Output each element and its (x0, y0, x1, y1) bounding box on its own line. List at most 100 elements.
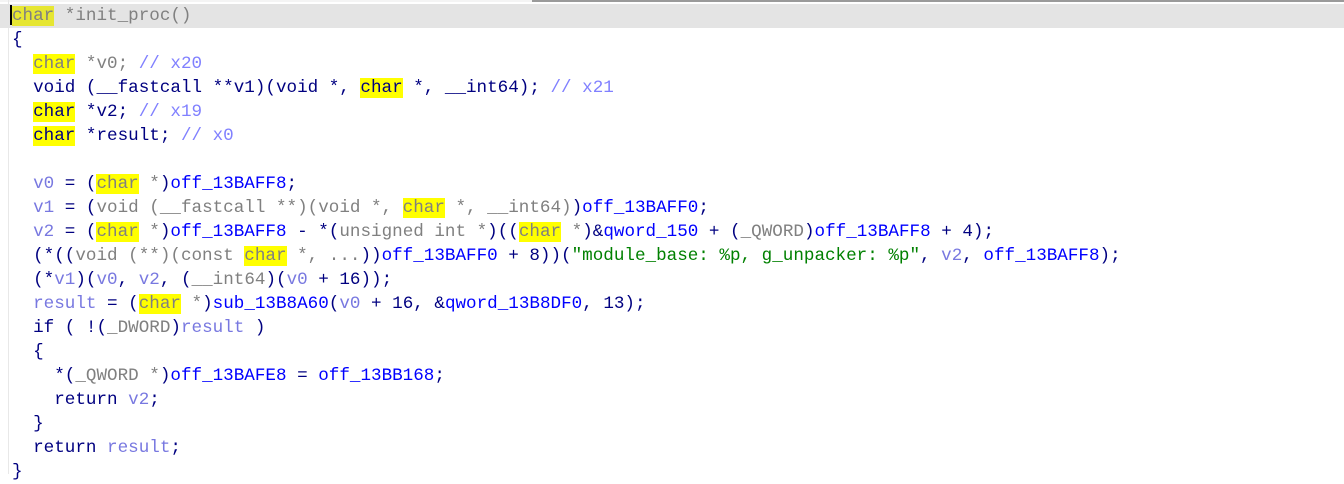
code-token: , (962, 246, 984, 266)
code-token: *v0; (75, 54, 139, 74)
code-token[interactable]: v2 (128, 390, 149, 410)
code-line[interactable]: v1 = (void (__fastcall **)(void *, char … (12, 196, 1344, 220)
code-token: = (286, 366, 319, 386)
code-token: )( (75, 270, 97, 290)
code-token: )( (265, 270, 287, 290)
code-token: * (138, 222, 160, 242)
code-token: // x0 (180, 126, 234, 146)
code-token: (*(( (12, 246, 76, 266)
code-token[interactable]: v1 (54, 270, 75, 290)
code-token: *v2; (75, 102, 139, 122)
code-token[interactable]: v0 (339, 294, 360, 314)
code-token: + 16, & (360, 294, 445, 314)
code-token[interactable]: v2 (941, 246, 962, 266)
code-line[interactable]: *(_QWORD *)off_13BAFE8 = off_13BB168; (12, 364, 1344, 388)
code-line[interactable]: { (12, 28, 1344, 52)
code-token: , 13); (582, 294, 646, 314)
code-token[interactable]: off_13BAFF8 (815, 222, 931, 242)
code-token: *( (12, 366, 76, 386)
code-token[interactable]: v0 (33, 174, 54, 194)
code-token: char (33, 102, 76, 122)
code-line[interactable]: (*((void (**)(const char *, ...))off_13B… (12, 244, 1344, 268)
code-token[interactable]: v0 (287, 270, 308, 290)
code-line[interactable]: (*v1)(v0, v2, (__int64)(v0 + 16)); (12, 268, 1344, 292)
code-token: (* (12, 270, 55, 290)
code-token: , (117, 270, 139, 290)
code-token[interactable]: qword_150 (603, 222, 698, 242)
code-token: *init_proc() (54, 6, 192, 26)
code-token: + 8))( (497, 246, 572, 266)
code-token: _QWORD (740, 222, 804, 242)
pseudocode-view[interactable]: char *init_proc(){ char *v0; // x20 void… (0, 4, 1344, 484)
code-token: { (12, 30, 23, 50)
code-token: __int64 (191, 270, 266, 290)
code-line[interactable]: char *result; // x0 (12, 124, 1344, 148)
code-token: // x20 (138, 54, 203, 74)
code-token: void (**)(const (75, 246, 245, 266)
code-token: "module_base: %p, g_unpacker: %p" (571, 246, 921, 266)
code-line[interactable]: v0 = (char *)off_13BAFF8; (12, 172, 1344, 196)
code-token[interactable]: qword_13B8DF0 (445, 294, 582, 314)
code-token: } (12, 414, 44, 434)
code-token: + 16)); (307, 270, 393, 290)
code-token: ) (159, 174, 171, 194)
code-line-current[interactable]: char *init_proc() (0, 4, 1344, 28)
code-line[interactable]: char *v2; // x19 (12, 100, 1344, 124)
code-token: char (360, 78, 403, 98)
code-token: ; (170, 438, 181, 458)
code-token: + 4); (930, 222, 995, 242)
code-token[interactable]: result (107, 438, 170, 458)
code-line[interactable]: } (12, 460, 1344, 484)
code-token[interactable]: off_13BAFF0 (382, 246, 498, 266)
code-token: ( (328, 294, 340, 314)
code-token: char (402, 198, 445, 218)
code-token[interactable]: result (181, 318, 244, 338)
code-token[interactable]: v0 (96, 270, 117, 290)
code-token: char (518, 222, 562, 242)
code-token: *, ... (286, 246, 361, 266)
code-token: char (96, 222, 139, 242)
code-token: unsigned int * (339, 222, 488, 242)
code-line[interactable]: v2 = (char *)off_13BAFF8 - *(unsigned in… (12, 220, 1344, 244)
code-token[interactable]: off_13BAFF8 (170, 174, 286, 194)
tab-border (532, 0, 1344, 2)
code-token: ); (1099, 246, 1121, 266)
code-token: , ( (159, 270, 192, 290)
code-line[interactable]: } (12, 412, 1344, 436)
code-token: return (12, 438, 108, 458)
code-token[interactable]: v2 (33, 222, 54, 242)
code-line[interactable] (12, 148, 1344, 172)
code-line[interactable]: void (__fastcall **v1)(void *, char *, _… (12, 76, 1344, 100)
code-line[interactable]: char *v0; // x20 (12, 52, 1344, 76)
code-token[interactable]: off_13BAFE8 (170, 366, 286, 386)
code-token: - *( (286, 222, 340, 242)
code-token: char (33, 126, 76, 146)
tab-strip (0, 0, 532, 2)
code-token: ) (159, 222, 171, 242)
code-line[interactable]: { (12, 340, 1344, 364)
code-token: } (12, 462, 23, 482)
code-token[interactable]: result (33, 294, 96, 314)
code-token[interactable]: v2 (139, 270, 160, 290)
code-token: * (138, 174, 160, 194)
code-token[interactable]: off_13BB168 (318, 366, 434, 386)
code-token[interactable]: off_13BAFF0 (582, 198, 698, 218)
code-token: char (244, 246, 287, 266)
code-token: char (138, 294, 181, 314)
code-line[interactable]: return v2; (12, 388, 1344, 412)
code-token[interactable]: off_13BAFF8 (983, 246, 1099, 266)
code-line[interactable]: result = (char *)sub_13B8A60(v0 + 16, &q… (12, 292, 1344, 316)
code-token: ) (803, 222, 815, 242)
code-token[interactable]: sub_13B8A60 (213, 294, 329, 314)
code-token[interactable]: off_13BAFF8 (170, 222, 286, 242)
code-token: ) (571, 198, 583, 218)
code-token[interactable]: v1 (33, 198, 54, 218)
code-line[interactable]: return result; (12, 436, 1344, 460)
code-token: char (33, 54, 76, 74)
code-token: = ( (54, 222, 97, 242)
code-line[interactable]: if ( !(_DWORD)result ) (12, 316, 1344, 340)
code-token: , (920, 246, 942, 266)
